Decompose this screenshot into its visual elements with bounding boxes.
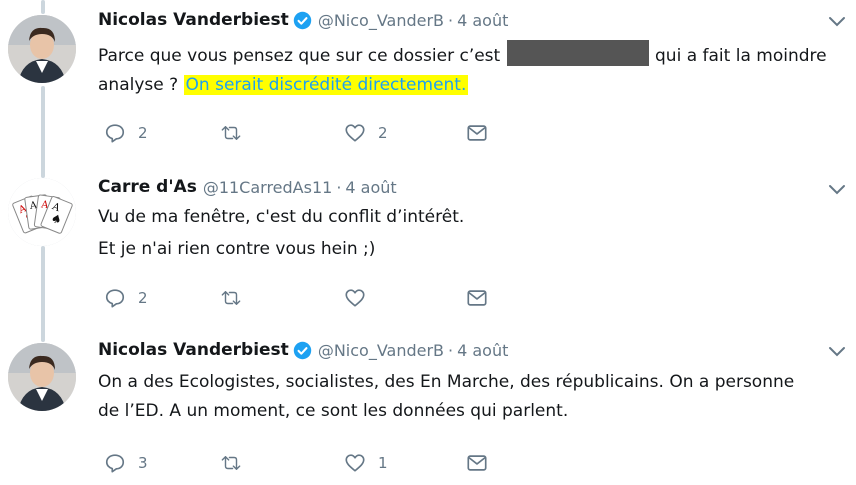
tweet[interactable]: A♥ A♣ A♦ A♠ Carre d'As @11CarredAs11 · 4…: [0, 160, 856, 330]
chevron-down-icon[interactable]: [828, 184, 846, 196]
retweet-icon: [221, 126, 241, 140]
like-button[interactable]: 2: [344, 120, 388, 146]
tweet-text-part: Parce que vous pensez que sur ce dossier…: [98, 46, 501, 66]
heart-icon: [345, 454, 365, 472]
chevron-down-icon[interactable]: [828, 346, 846, 358]
tweet-text: On a des Ecologistes, socialistes, des E…: [98, 368, 843, 426]
display-name[interactable]: Nicolas Vanderbiest: [98, 10, 289, 30]
retweet-button[interactable]: [220, 285, 242, 311]
direct-message-button[interactable]: [466, 285, 488, 311]
timestamp[interactable]: 4 août: [345, 178, 396, 197]
separator-dot: ·: [448, 10, 454, 30]
retweet-button[interactable]: [220, 120, 242, 146]
user-handle[interactable]: @Nico_VanderB: [318, 341, 444, 360]
like-button[interactable]: [344, 285, 366, 311]
like-count: 1: [378, 454, 388, 472]
tweet-text-line: de l’ED. A un moment, ce sont les donnée…: [98, 401, 569, 421]
tweet-text-line: On a des Ecologistes, socialistes, des E…: [98, 372, 795, 392]
avatar[interactable]: [8, 343, 76, 411]
reply-count: 3: [138, 454, 148, 472]
display-name[interactable]: Carre d'As: [98, 177, 197, 197]
tweet-text-line: Vu de ma fenêtre, c'est du conflit d’int…: [98, 207, 465, 227]
user-handle[interactable]: @Nico_VanderB: [318, 11, 444, 30]
direct-message-button[interactable]: [466, 120, 488, 146]
avatar[interactable]: [8, 15, 76, 83]
envelope-icon: [467, 455, 487, 471]
separator-dot: ·: [336, 177, 342, 197]
verified-badge-icon: [293, 341, 312, 359]
reply-icon: [105, 454, 125, 473]
verified-badge-icon: [293, 11, 312, 29]
envelope-icon: [467, 290, 487, 306]
highlighted-text: On serait discrédité directement.: [183, 75, 469, 95]
avatar[interactable]: A♥ A♣ A♦ A♠: [8, 178, 76, 246]
reply-button[interactable]: 2: [104, 285, 148, 311]
envelope-icon: [467, 125, 487, 141]
retweet-button[interactable]: [220, 450, 242, 476]
like-count: 2: [378, 124, 388, 142]
user-handle[interactable]: @11CarredAs11: [203, 178, 333, 197]
reply-count: 2: [138, 289, 148, 307]
direct-message-button[interactable]: [466, 450, 488, 476]
tweet[interactable]: Nicolas Vanderbiest @Nico_VanderB · 4 ao…: [0, 330, 856, 485]
reply-button[interactable]: 2: [104, 120, 148, 146]
chevron-down-icon[interactable]: [828, 16, 846, 28]
tweet[interactable]: Nicolas Vanderbiest @Nico_VanderB · 4 ao…: [0, 0, 856, 160]
retweet-icon: [221, 456, 241, 470]
separator-dot: ·: [448, 340, 454, 360]
heart-icon: [345, 289, 365, 307]
reply-icon: [105, 124, 125, 143]
retweet-icon: [221, 291, 241, 305]
tweet-text: Vu de ma fenêtre, c'est du conflit d’int…: [98, 203, 843, 264]
display-name[interactable]: Nicolas Vanderbiest: [98, 340, 289, 360]
timestamp[interactable]: 4 août: [457, 341, 508, 360]
tweet-text-line: Et je n'ai rien contre vous hein ;): [98, 239, 376, 259]
timestamp[interactable]: 4 août: [457, 11, 508, 30]
reply-count: 2: [138, 124, 148, 142]
reply-icon: [105, 289, 125, 308]
heart-icon: [345, 124, 365, 142]
like-button[interactable]: 1: [344, 450, 388, 476]
tweet-text: Parce que vous pensez que sur ce dossier…: [98, 40, 843, 100]
reply-button[interactable]: 3: [104, 450, 148, 476]
redacted-block: [506, 40, 649, 66]
